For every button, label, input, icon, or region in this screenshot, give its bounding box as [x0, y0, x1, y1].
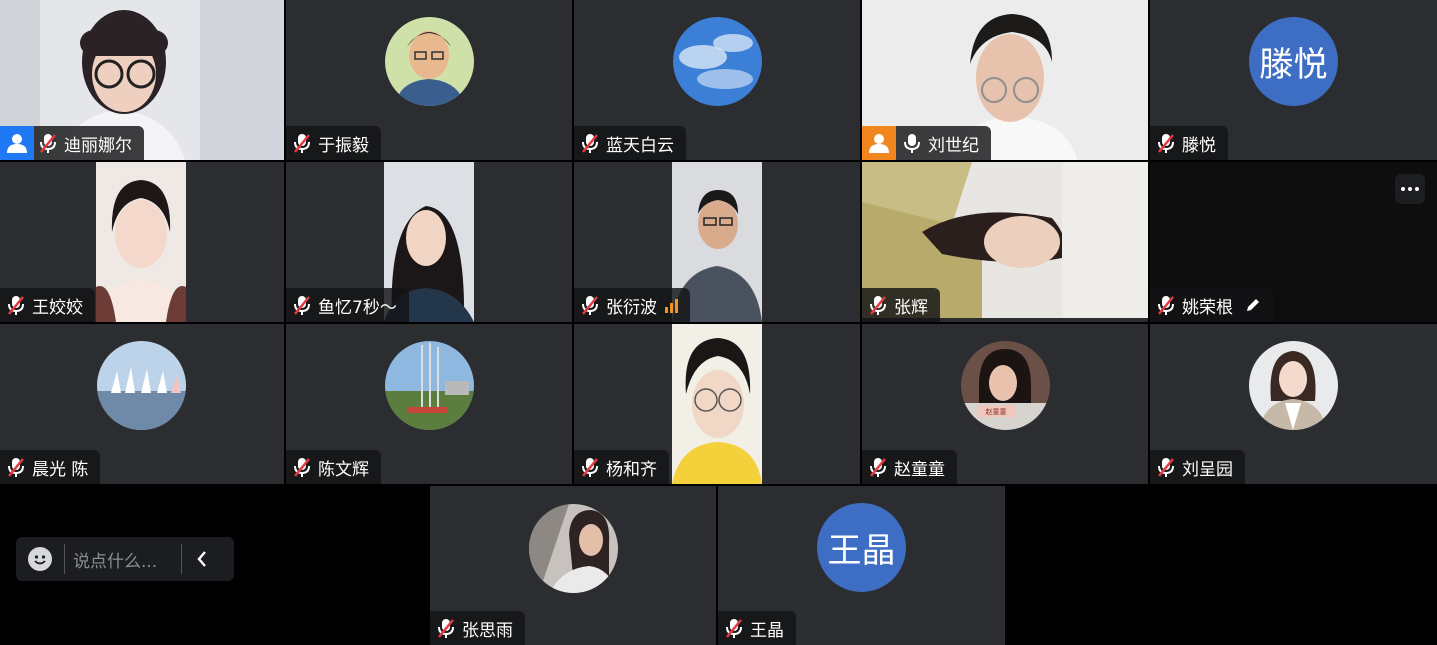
participant-name: 于振毅	[318, 135, 369, 156]
participant-avatar	[673, 17, 762, 106]
participant-avatar	[1249, 341, 1338, 430]
host-badge	[0, 126, 34, 160]
participant-video	[672, 324, 762, 484]
mic-muted-icon	[1156, 456, 1176, 478]
mic-muted-icon	[6, 294, 26, 316]
mic-muted-icon	[580, 294, 600, 316]
participant-tile[interactable]: 姚荣根	[1150, 162, 1437, 322]
participant-avatar	[385, 17, 474, 106]
mic-muted-icon	[292, 294, 312, 316]
mic-muted-icon	[1156, 294, 1176, 316]
participant-tile[interactable]: 滕悦 滕悦	[1150, 0, 1437, 160]
participant-tile[interactable]: 刘世纪	[862, 0, 1148, 160]
participant-name: 迪丽娜尔	[64, 135, 132, 156]
name-bar: 张思雨	[430, 611, 525, 645]
name-bar: 王姣姣	[0, 288, 95, 322]
participant-tile[interactable]: 蓝天白云	[574, 0, 860, 160]
mic-muted-icon	[580, 456, 600, 478]
name-bar: 张衍波	[574, 288, 690, 322]
mic-icon	[902, 132, 922, 154]
weak-signal-icon	[665, 297, 678, 313]
name-bar: 赵童童	[862, 450, 957, 484]
participant-tile[interactable]: 迪丽娜尔	[0, 0, 284, 160]
mic-muted-icon	[436, 617, 456, 639]
participant-tile[interactable]: 杨和齐	[574, 324, 860, 484]
chat-input-bar[interactable]: 说点什么...	[16, 537, 234, 581]
name-bar: 姚荣根	[1150, 288, 1273, 322]
mic-muted-icon	[868, 456, 888, 478]
participant-name: 陈文辉	[318, 459, 369, 480]
mic-muted-icon	[6, 456, 26, 478]
participant-tile[interactable]: 王姣姣	[0, 162, 284, 322]
mic-muted-icon	[1156, 132, 1176, 154]
participant-name: 晨光 陈	[32, 459, 89, 480]
participant-avatar	[385, 341, 474, 430]
chat-input[interactable]: 说点什么...	[73, 547, 181, 572]
participant-name: 张衍波	[606, 297, 657, 318]
name-bar: 鱼忆7秒～	[286, 288, 409, 322]
participant-name: 王晶	[750, 620, 784, 641]
participant-name: 姚荣根	[1182, 297, 1233, 318]
mic-muted-icon	[38, 132, 58, 154]
svg-text:赵童童: 赵童童	[986, 407, 1007, 416]
name-bar: 滕悦	[1150, 126, 1228, 160]
divider	[64, 544, 65, 574]
participant-name: 赵童童	[894, 459, 945, 480]
pencil-icon	[1245, 297, 1261, 313]
participant-name: 刘世纪	[928, 135, 979, 156]
participant-tile[interactable]: 鱼忆7秒～	[286, 162, 572, 322]
name-bar: 张辉	[862, 288, 940, 322]
name-bar: 刘呈园	[1150, 450, 1245, 484]
participant-name: 刘呈园	[1182, 459, 1233, 480]
participant-tile[interactable]: 张思雨	[430, 486, 716, 645]
name-bar: 陈文辉	[286, 450, 381, 484]
participant-name: 王姣姣	[32, 297, 83, 318]
mic-muted-icon	[580, 132, 600, 154]
participant-video	[96, 162, 186, 322]
participant-name: 杨和齐	[606, 459, 657, 480]
participant-name: 蓝天白云	[606, 135, 674, 156]
name-bar: 王晶	[718, 611, 796, 645]
participant-name: 鱼忆7秒～	[318, 297, 397, 318]
name-bar: 蓝天白云	[574, 126, 686, 160]
participant-avatar	[529, 504, 618, 593]
participant-name: 滕悦	[1182, 135, 1216, 156]
participant-tile[interactable]: 张辉	[862, 162, 1148, 322]
participant-tile[interactable]: 于振毅	[286, 0, 572, 160]
host-badge	[862, 126, 896, 160]
participant-tile[interactable]: 王晶 王晶	[718, 486, 1005, 645]
participant-avatar: 滕悦	[1249, 17, 1338, 106]
participant-tile[interactable]: 晨光 陈	[0, 324, 284, 484]
name-bar: 晨光 陈	[0, 450, 101, 484]
name-bar: 杨和齐	[574, 450, 669, 484]
chevron-left-icon[interactable]	[182, 537, 222, 581]
participant-name: 张思雨	[462, 620, 513, 641]
emoji-icon[interactable]	[28, 547, 52, 571]
mic-muted-icon	[292, 456, 312, 478]
name-bar: 于振毅	[286, 126, 381, 160]
more-options-button[interactable]	[1395, 174, 1425, 204]
person-icon	[869, 134, 889, 153]
participant-avatar: 王晶	[817, 503, 906, 592]
participant-tile[interactable]: 张衍波	[574, 162, 860, 322]
participant-tile[interactable]: 陈文辉	[286, 324, 572, 484]
participant-tile[interactable]: 赵童童 赵童童	[862, 324, 1148, 484]
participant-avatar: 赵童童	[961, 341, 1050, 430]
mic-muted-icon	[724, 617, 744, 639]
participant-avatar	[97, 341, 186, 430]
mic-muted-icon	[868, 294, 888, 316]
participant-name: 张辉	[894, 297, 928, 318]
participant-tile[interactable]: 刘呈园	[1150, 324, 1437, 484]
mic-muted-icon	[292, 132, 312, 154]
person-icon	[7, 134, 27, 153]
